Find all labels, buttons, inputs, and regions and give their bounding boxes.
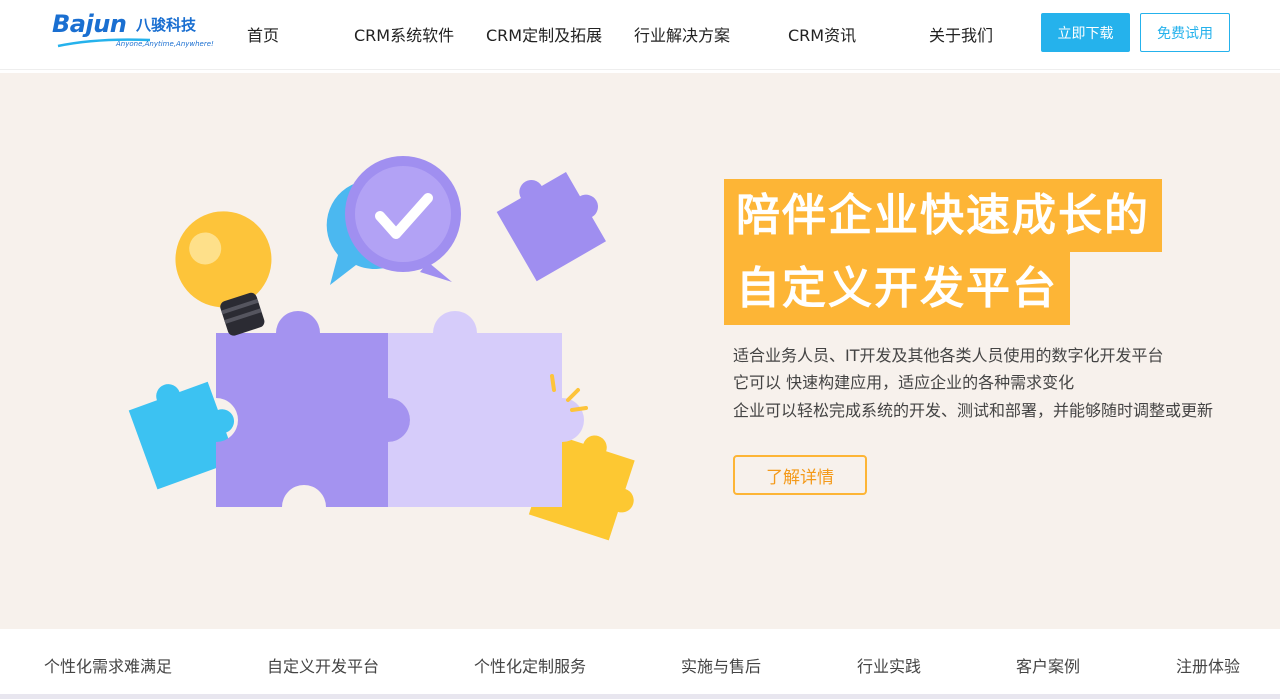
hero-banner: 陪伴企业快速成长的 自定义开发平台 适合业务人员、IT开发及其他各类人员使用的数… — [0, 73, 1280, 629]
section-nav-item-custom-platform[interactable]: 自定义开发平台 — [267, 653, 379, 677]
section-nav-item-implementation[interactable]: 实施与售后 — [681, 653, 761, 677]
site-header: Bajun 八骏科技 Anyone,Anytime,Anywhere! 首页 C… — [0, 0, 1280, 70]
logo-slogan: Anyone,Anytime,Anywhere! — [116, 40, 214, 48]
nav-item-crm-software[interactable]: CRM系统软件 — [354, 22, 454, 46]
hero-headline-line1: 陪伴企业快速成长的 — [724, 179, 1162, 252]
nav-item-home[interactable]: 首页 — [247, 22, 279, 46]
hero-headline-line2: 自定义开发平台 — [724, 252, 1070, 325]
download-button[interactable]: 立即下载 — [1041, 13, 1130, 52]
logo-cn-name: 八骏科技 — [136, 16, 197, 34]
section-nav: 个性化需求难满足 自定义开发平台 个性化定制服务 实施与售后 行业实践 客户案例… — [0, 629, 1280, 699]
company-logo[interactable]: Bajun 八骏科技 Anyone,Anytime,Anywhere! — [52, 10, 214, 56]
logo-brand: Bajun — [52, 10, 127, 38]
hero-description-line1: 适合业务人员、IT开发及其他各类人员使用的数字化开发平台 — [733, 346, 1164, 365]
speech-bubble-check-icon — [326, 156, 461, 285]
hero-description-line3: 企业可以轻松完成系统的开发、测试和部署，并能够随时调整或更新 — [733, 401, 1214, 420]
section-nav-item-industry-practice[interactable]: 行业实践 — [857, 653, 921, 677]
section-nav-item-register[interactable]: 注册体验 — [1176, 653, 1240, 677]
learn-more-button[interactable]: 了解详情 — [733, 455, 867, 495]
puzzle-piece-purple-icon — [216, 311, 410, 507]
section-nav-item-personalized-needs[interactable]: 个性化需求难满足 — [44, 653, 172, 677]
puzzle-piece-small-purple-icon — [496, 172, 606, 282]
light-bulb-icon — [175, 211, 272, 336]
bottom-divider — [0, 694, 1280, 699]
hero-description-line2: 它可以 快速构建应用，适应企业的各种需求变化 — [733, 373, 1075, 392]
section-nav-item-custom-service[interactable]: 个性化定制服务 — [474, 653, 586, 677]
puzzle-piece-lavender-icon — [388, 310, 584, 507]
nav-item-industry-solutions[interactable]: 行业解决方案 — [634, 22, 730, 46]
nav-item-crm-news[interactable]: CRM资讯 — [788, 22, 856, 46]
nav-item-about-us[interactable]: 关于我们 — [929, 22, 993, 46]
section-nav-item-client-cases[interactable]: 客户案例 — [1016, 653, 1080, 677]
free-trial-button[interactable]: 免费试用 — [1140, 13, 1230, 52]
hero-illustration — [128, 156, 635, 541]
nav-item-crm-custom[interactable]: CRM定制及拓展 — [486, 22, 602, 46]
